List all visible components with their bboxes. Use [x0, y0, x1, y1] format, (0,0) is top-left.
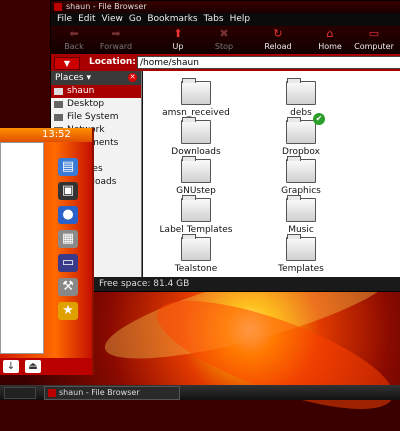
location-label: Location: [89, 57, 136, 67]
sidebar-item-label: Desktop [67, 99, 105, 109]
monitor-icon[interactable]: ▭ [58, 254, 78, 272]
taskbar-tray [4, 387, 36, 399]
folder-label: amsn_received [162, 108, 230, 118]
taskbar-item-label: shaun - File Browser [59, 388, 140, 397]
window-title: shaun - File Browser [66, 2, 147, 11]
folder-item[interactable]: GNUstep [141, 156, 251, 196]
media-player-icon[interactable]: ▣ [58, 182, 78, 200]
home-button[interactable]: ⌂ Home [307, 27, 353, 52]
reload-button[interactable]: ↻ Reload [255, 27, 301, 52]
home-icon: ⌂ [326, 27, 334, 40]
menu-edit[interactable]: Edit [78, 13, 95, 26]
stop-button[interactable]: ✖ Stop [201, 27, 247, 52]
folder-icon [181, 195, 211, 222]
menu-tabs[interactable]: Tabs [204, 13, 224, 26]
trash-icon[interactable]: ▦ [58, 230, 78, 248]
place-icon [54, 88, 63, 95]
forward-button[interactable]: ➡ Forward [93, 27, 139, 52]
location-input[interactable] [137, 56, 400, 69]
menu-bookmarks[interactable]: Bookmarks [147, 13, 197, 26]
sidebar-item-shaun[interactable]: shaun [51, 85, 141, 98]
sidebar-item-label: File System [67, 112, 119, 122]
folder-icon: ✔ [286, 113, 325, 144]
wrench-icon[interactable]: ⚒ [58, 278, 78, 296]
clock-bar: 13:52 [0, 128, 92, 142]
back-arrow-icon: ⬅ [69, 27, 79, 40]
up-button[interactable]: ⬆ Up [155, 27, 201, 52]
folder-icon [286, 78, 316, 105]
place-icon [54, 114, 63, 121]
dock-pane [0, 142, 44, 354]
download-arrow-icon[interactable]: ↓ [3, 360, 19, 373]
clock: 13:52 [42, 129, 71, 140]
side-dock: 13:52 ▤ ▣ ● ▦ ▭ ⚒ ★ ↓ ⏏ [0, 128, 94, 375]
folder-item[interactable]: Templates [246, 234, 356, 274]
place-icon [54, 101, 63, 108]
dock-bottom-bar: ↓ ⏏ [0, 358, 92, 375]
folder-item[interactable]: debs [246, 78, 356, 118]
up-arrow-icon: ⬆ [173, 27, 183, 40]
sidebar-header[interactable]: Places ▾ ✕ [51, 71, 141, 85]
location-bar: ▼ Location: [51, 54, 400, 71]
toolbar-label: Computer [354, 42, 394, 51]
forward-arrow-icon: ➡ [111, 27, 121, 40]
app-icon [54, 3, 62, 11]
free-space-label: Free space: 81.4 GB [99, 279, 190, 289]
icon-view[interactable]: amsn_received debs Downloads ✔ Dropbox GNUste… [143, 71, 400, 277]
menu-go[interactable]: Go [129, 13, 141, 26]
star-icon[interactable]: ★ [58, 302, 78, 320]
globe-icon[interactable]: ● [58, 206, 78, 224]
folder-item[interactable]: ✔ Dropbox [246, 113, 356, 157]
taskbar-item-file-browser[interactable]: shaun - File Browser [44, 386, 180, 400]
folder-icon [181, 117, 211, 144]
folder-item[interactable]: Graphics [246, 156, 356, 196]
sync-check-icon: ✔ [313, 113, 325, 125]
folder-icon [181, 234, 211, 261]
menu-view[interactable]: View [102, 13, 123, 26]
toolbar: ⬅ Back ➡ Forward ⬆ Up ✖ Stop ↻ Reload ⌂ Home ▭ Comput… [51, 26, 400, 54]
toolbar-label: Forward [99, 42, 133, 51]
toolbar-label: Stop [214, 42, 234, 51]
folder-item[interactable]: amsn_received [141, 78, 251, 118]
sidebar-item-label: shaun [67, 86, 95, 96]
app-icon [48, 389, 56, 397]
computer-button[interactable]: ▭ Computer [351, 27, 397, 52]
reload-icon: ↻ [273, 27, 283, 40]
menu-help[interactable]: Help [230, 13, 251, 26]
window-titlebar[interactable]: shaun - File Browser [51, 1, 400, 13]
folder-icon[interactable]: ▤ [58, 158, 78, 176]
folder-label: Tealstone [174, 264, 218, 274]
folder-label: Downloads [171, 147, 221, 157]
toolbar-label: Home [318, 42, 342, 51]
computer-icon: ▭ [368, 27, 380, 40]
folder-item[interactable]: Music [246, 195, 356, 235]
folder-label: Templates [278, 264, 324, 274]
folder-item[interactable]: Label Templates [141, 195, 251, 235]
status-bar: Free space: 81.4 GB [51, 277, 400, 291]
folder-label: Label Templates [159, 225, 233, 235]
taskbar: shaun - File Browser [0, 385, 400, 400]
folder-icon [286, 195, 316, 222]
file-browser-window: shaun - File Browser File Edit View Go Bookm… [50, 0, 400, 292]
close-icon[interactable]: ✕ [128, 73, 137, 82]
folder-icon [181, 156, 211, 183]
sidebar-item-file-system[interactable]: File System [51, 111, 141, 124]
toolbar-label: Reload [264, 42, 292, 51]
folder-item[interactable]: Tealstone [141, 234, 251, 274]
folder-item[interactable]: Downloads [141, 117, 251, 157]
location-toggle-button[interactable]: ▼ [54, 57, 80, 70]
menu-file[interactable]: File [57, 13, 72, 26]
folder-icon [181, 78, 211, 105]
drive-icon[interactable]: ⏏ [25, 360, 41, 373]
folder-icon [286, 234, 316, 261]
sidebar-header-label: Places [55, 73, 84, 83]
toolbar-label: Up [172, 42, 184, 51]
stop-icon: ✖ [219, 27, 229, 40]
back-button[interactable]: ⬅ Back [51, 27, 97, 52]
menu-bar: File Edit View Go Bookmarks Tabs Help [51, 13, 400, 26]
sidebar-item-desktop[interactable]: Desktop [51, 98, 141, 111]
folder-icon [286, 156, 316, 183]
toolbar-label: Back [64, 42, 84, 51]
